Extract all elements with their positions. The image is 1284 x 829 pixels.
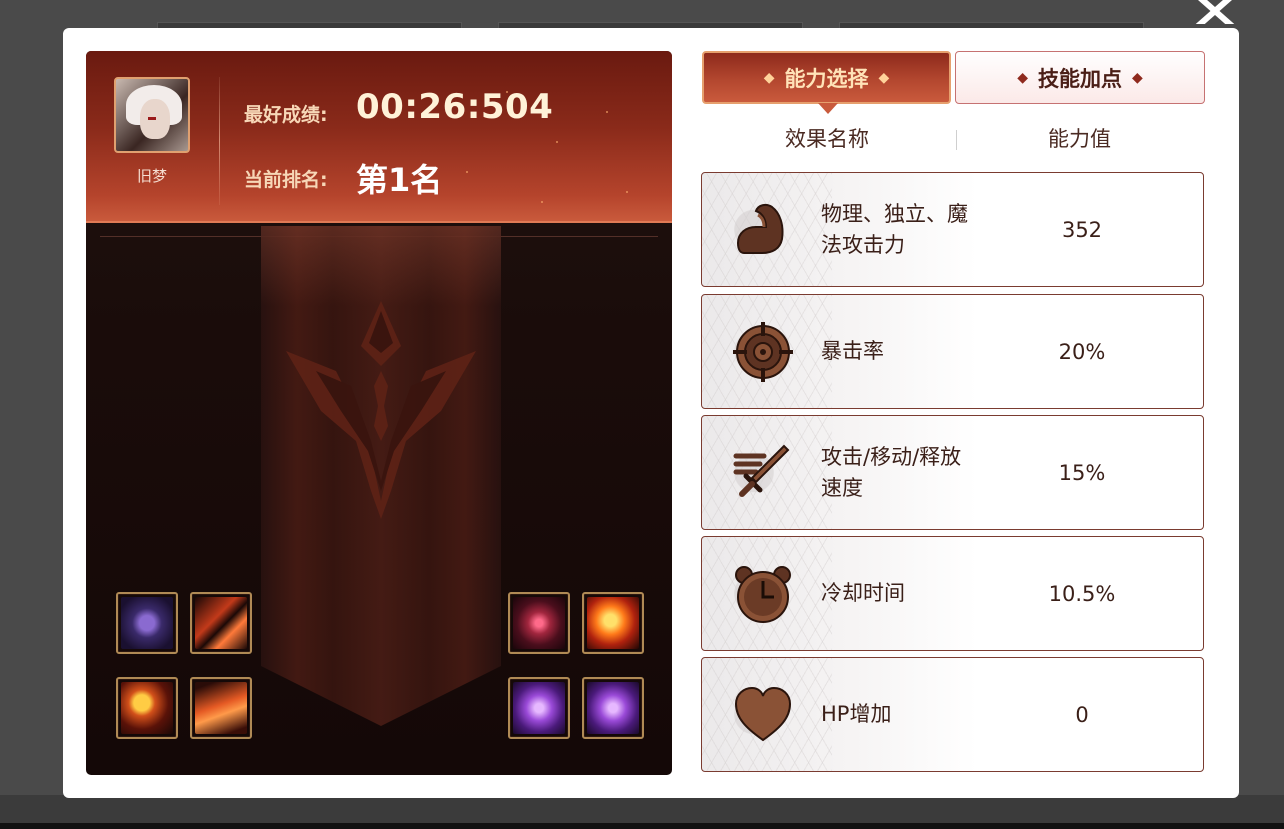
magnifier-staff-icon — [121, 682, 173, 734]
alarm-clock-icon — [735, 566, 791, 623]
stat-row: 攻击/移动/释放速度 15% — [701, 415, 1204, 530]
rank-dialog: 旧梦 最好成绩: 00:26:504 当前排名: 第1名 ◆ 能力选择 ◆ ◆ … — [63, 28, 1239, 798]
stat-row: HP增加 0 — [701, 657, 1204, 772]
crimson-swirl-icon — [513, 597, 565, 649]
stat-name: 暴击率 — [821, 339, 884, 363]
player-panel: 旧梦 最好成绩: 00:26:504 当前排名: 第1名 — [86, 51, 672, 775]
equipment-slot[interactable] — [582, 592, 644, 654]
diamond-icon: ◆ — [1017, 69, 1028, 86]
equipment-slot[interactable] — [508, 677, 570, 739]
equipment-slot[interactable] — [116, 592, 178, 654]
tab-skill-points[interactable]: ◆ 技能加点 ◆ — [955, 51, 1205, 104]
stat-value: 20% — [1058, 339, 1106, 364]
flame-wing-icon — [195, 682, 247, 734]
heart-icon — [734, 686, 792, 742]
current-rank-value: 第1名 — [356, 161, 443, 199]
diamond-icon: ◆ — [878, 69, 890, 86]
stat-row: 暴击率 20% — [701, 294, 1204, 409]
equipment-slot[interactable] — [190, 677, 252, 739]
stat-name: HP增加 — [821, 702, 892, 726]
page-bottom-bar — [0, 823, 1284, 829]
crosshair-icon — [733, 322, 793, 382]
close-icon — [1195, 0, 1235, 29]
equipment-slot[interactable] — [508, 592, 570, 654]
tab-label: 技能加点 — [1038, 66, 1122, 91]
player-name: 旧梦 — [136, 167, 167, 185]
stat-name: 攻击/移动/释放速度 — [821, 444, 962, 500]
current-rank-label: 当前排名: — [244, 169, 328, 191]
purple-heart-gem-icon — [587, 682, 639, 734]
fire-blade-icon — [195, 597, 247, 649]
close-button[interactable] — [1192, 0, 1238, 29]
claw-gem-icon — [121, 597, 173, 649]
player-header: 旧梦 最好成绩: 00:26:504 当前排名: 第1名 — [86, 51, 672, 223]
stat-name: 物理、独立、魔法攻击力 — [821, 201, 968, 257]
equipment-slot[interactable] — [190, 592, 252, 654]
diamond-icon: ◆ — [1132, 69, 1143, 86]
page-bottom-strip — [0, 795, 1284, 829]
stat-value: 352 — [1061, 217, 1103, 242]
column-header-value: 能力值 — [1048, 127, 1111, 151]
equipment-slot[interactable] — [116, 677, 178, 739]
avatar — [114, 77, 190, 153]
column-header-effect: 效果名称 — [785, 127, 869, 151]
flame-orb-icon — [587, 597, 639, 649]
tab-ability-select[interactable]: ◆ 能力选择 ◆ — [702, 51, 951, 114]
stat-value: 10.5% — [1048, 581, 1116, 606]
header-divider — [219, 77, 220, 205]
speed-sword-icon — [733, 444, 790, 497]
best-score-value: 00:26:504 — [356, 87, 554, 127]
equipment-slot[interactable] — [582, 677, 644, 739]
diamond-icon: ◆ — [763, 69, 775, 86]
stat-row: 冷却时间 10.5% — [701, 536, 1204, 651]
stat-value: 15% — [1058, 460, 1106, 485]
emblem-icon — [286, 301, 476, 519]
stat-value: 0 — [1075, 702, 1089, 727]
tab-label: 能力选择 — [784, 66, 869, 91]
stat-row: 物理、独立、魔法攻击力 352 — [701, 172, 1204, 287]
muscle-arm-icon — [736, 203, 784, 254]
purple-heart-gem-icon — [513, 682, 565, 734]
stat-name: 冷却时间 — [821, 581, 905, 605]
column-divider — [956, 130, 957, 150]
best-score-label: 最好成绩: — [244, 104, 328, 126]
